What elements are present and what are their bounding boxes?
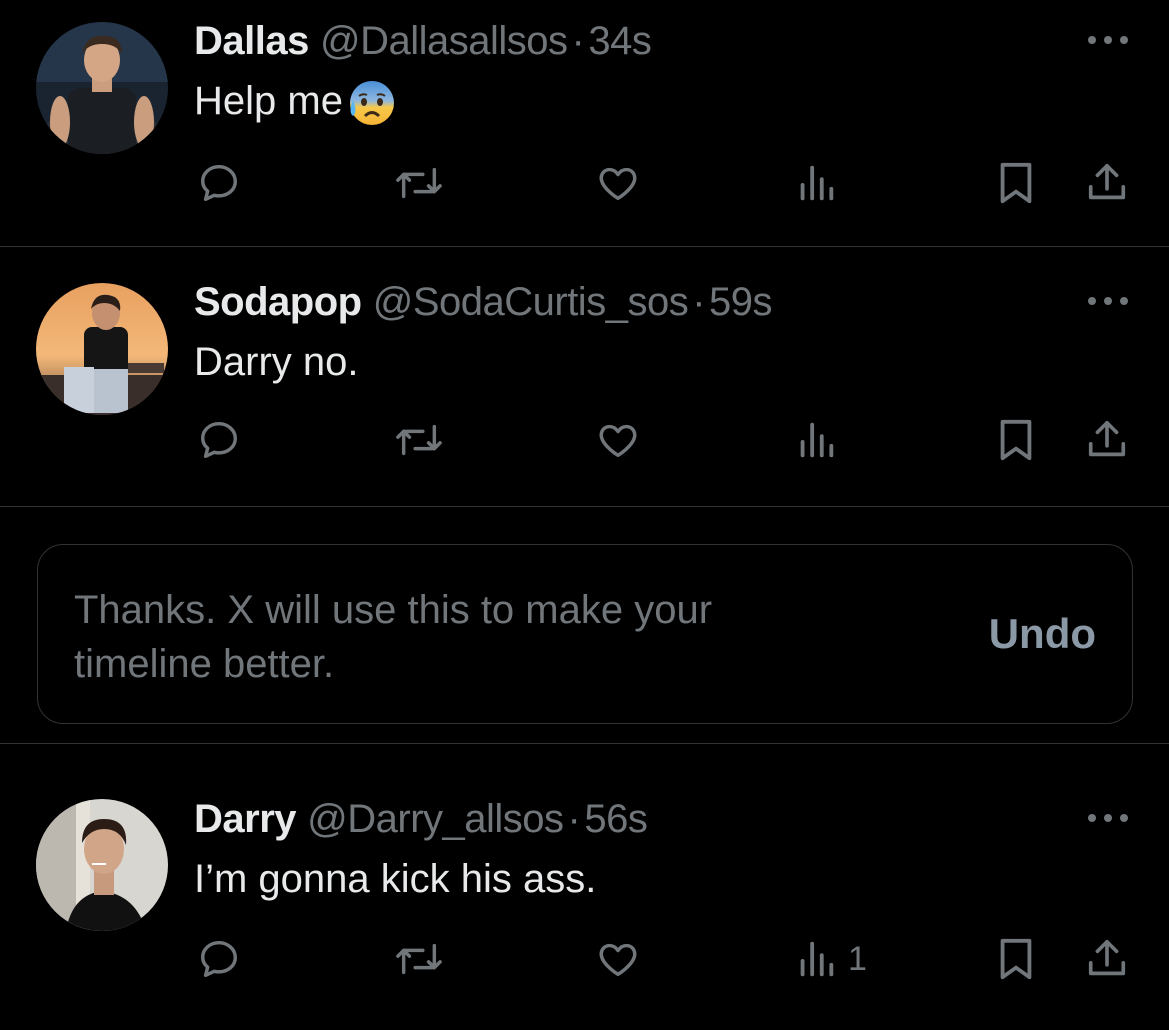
tweet-text: I’m gonna kick his ass. [194,857,597,901]
like-icon[interactable] [595,415,641,465]
more-icon[interactable] [1086,30,1130,50]
avatar[interactable] [36,283,168,415]
notice-text: Thanks. X will use this to make your tim… [74,588,713,686]
tweet-text: Help me [194,78,397,125]
action-bar: 1 [0,934,1169,984]
separator-dot: · [692,280,706,324]
feedback-notice: Thanks. X will use this to make your tim… [37,544,1133,724]
user-handle[interactable]: @Dallasallsos [320,19,568,63]
more-icon[interactable] [1086,808,1130,828]
bookmark-icon[interactable] [996,158,1036,208]
tweet[interactable]: Darry @Darry_allsos · 56s I’m gonna kick h… [0,744,1169,1030]
more-icon[interactable] [1086,291,1130,311]
views-count: 1 [848,940,867,978]
anxious-face-with-sweat-icon [345,78,397,125]
tweet[interactable]: Dallas @Dallasallsos · 34s Help me [0,0,1169,247]
avatar-image [36,283,168,415]
tweet[interactable]: Sodapop @SodaCurtis_sos · 59s Darry no. [0,247,1169,507]
tweet-header: Sodapop @SodaCurtis_sos · 59s [194,279,773,325]
share-icon[interactable] [1084,415,1130,465]
timestamp[interactable]: 34s [588,19,652,63]
retweet-icon[interactable] [394,934,444,984]
share-icon[interactable] [1084,158,1130,208]
reply-icon[interactable] [196,415,242,465]
tweet-header: Darry @Darry_allsos · 56s [194,796,648,842]
display-name[interactable]: Dallas [194,19,309,63]
user-handle[interactable]: @SodaCurtis_sos [373,280,689,324]
avatar[interactable] [36,22,168,154]
timestamp[interactable]: 59s [709,280,773,324]
undo-button[interactable]: Undo [989,609,1096,659]
avatar[interactable] [36,799,168,931]
retweet-icon[interactable] [394,415,444,465]
share-icon[interactable] [1084,934,1130,984]
like-icon[interactable] [595,158,641,208]
reply-icon[interactable] [196,934,242,984]
tweet-text-content: Help me [194,79,343,123]
timestamp[interactable]: 56s [584,797,648,841]
tweet-header: Dallas @Dallasallsos · 34s [194,18,652,64]
tweet-text: Darry no. [194,340,359,384]
action-bar [0,415,1169,465]
separator-dot: · [567,797,581,841]
views-icon[interactable]: 1 [796,934,867,984]
user-handle[interactable]: @Darry_allsos [307,797,564,841]
retweet-icon[interactable] [394,158,444,208]
display-name[interactable]: Darry [194,797,297,841]
views-icon[interactable] [796,158,836,208]
avatar-image [36,22,168,154]
display-name[interactable]: Sodapop [194,280,362,324]
views-icon[interactable] [796,415,836,465]
reply-icon[interactable] [196,158,242,208]
action-bar [0,158,1169,208]
like-icon[interactable] [595,934,641,984]
bookmark-icon[interactable] [996,415,1036,465]
separator-dot: · [571,19,585,63]
bookmark-icon[interactable] [996,934,1036,984]
avatar-image [36,799,168,931]
